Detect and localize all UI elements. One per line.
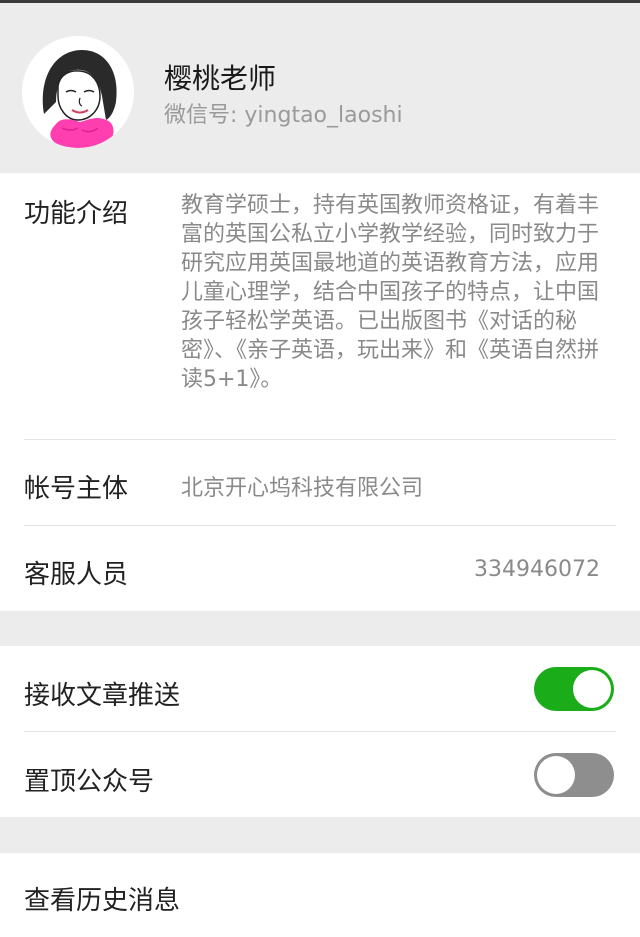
toggle-knob bbox=[537, 756, 575, 794]
avatar-illustration bbox=[22, 36, 134, 148]
toggle-knob bbox=[573, 670, 611, 708]
wechat-id: 微信号: yingtao_laoshi bbox=[164, 103, 403, 128]
pin-top-toggle[interactable] bbox=[534, 753, 614, 797]
account-subject-label: 帐号主体 bbox=[24, 474, 129, 504]
account-subject-value[interactable]: 北京开心坞科技有限公司 bbox=[181, 470, 423, 502]
receive-push-toggle[interactable] bbox=[534, 667, 614, 711]
intro-text: 教育学硕士，持有英国教师资格证，有着丰富的英国公私立小学教学经验，同时致力于研究… bbox=[181, 193, 600, 392]
account-name: 樱桃老师 bbox=[164, 62, 277, 95]
account-info-card: 功能介绍 教育学硕士，持有英国教师资格证，有着丰富的英国公私立小学教学经验，同时… bbox=[0, 173, 640, 611]
intro-label: 功能介绍 bbox=[24, 199, 129, 229]
divider bbox=[24, 439, 616, 440]
customer-service-label: 客服人员 bbox=[24, 560, 129, 590]
pin-top-label: 置顶公众号 bbox=[24, 767, 155, 797]
divider bbox=[24, 731, 616, 732]
customer-service-value[interactable]: 334946072 bbox=[474, 557, 600, 582]
history-card[interactable]: 查看历史消息 bbox=[0, 853, 640, 937]
avatar[interactable] bbox=[22, 36, 134, 148]
divider bbox=[24, 525, 616, 526]
profile-header: 樱桃老师 微信号: yingtao_laoshi bbox=[0, 3, 640, 173]
view-history-label[interactable]: 查看历史消息 bbox=[24, 880, 180, 917]
settings-card: 接收文章推送 置顶公众号 bbox=[0, 646, 640, 817]
receive-push-label: 接收文章推送 bbox=[24, 681, 181, 711]
